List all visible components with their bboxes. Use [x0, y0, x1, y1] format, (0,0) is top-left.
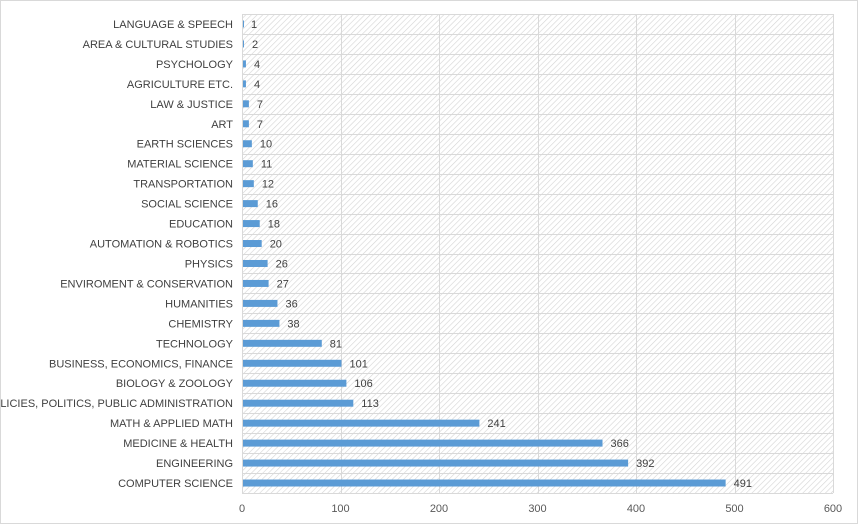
bar: [243, 100, 249, 108]
category-label: AREA & CULTURAL STUDIES: [83, 39, 233, 51]
data-label: 241: [487, 418, 505, 430]
tick-label: 200: [430, 503, 448, 515]
category-label: LANGUAGE & SPEECH: [113, 19, 233, 31]
data-label: 106: [354, 378, 372, 390]
category-label: CHEMISTRY: [168, 318, 233, 330]
category-label: COMPUTER SCIENCE: [118, 478, 233, 490]
category-label: MEDICINE & HEALTH: [123, 438, 233, 450]
data-label: 113: [361, 398, 379, 410]
tick-label: 500: [725, 503, 743, 515]
bar: [243, 240, 262, 248]
category-label: PHYSICS: [185, 258, 233, 270]
bar: [243, 259, 268, 267]
bar: [243, 200, 258, 208]
data-label: 16: [266, 199, 278, 211]
data-label: 4: [254, 79, 260, 91]
bar: [243, 359, 342, 367]
tick-label: 0: [239, 503, 245, 515]
category-label: ENGINEERING: [156, 458, 233, 470]
category-label: EDUCATION: [169, 219, 233, 231]
tick-label: 100: [331, 503, 349, 515]
data-label: 27: [277, 278, 289, 290]
category-label: AUTOMATION & ROBOTICS: [90, 239, 233, 251]
category-label: AGRICULTURE ETC.: [127, 79, 233, 91]
bar: [243, 40, 244, 48]
bar: [243, 479, 726, 487]
bar: [243, 60, 246, 68]
category-label: POLICIES, POLITICS, PUBLIC ADMINISTRATIO…: [0, 398, 233, 410]
data-label: 491: [734, 478, 752, 490]
bar: [243, 160, 253, 168]
bar: [243, 459, 629, 467]
category-label: LAW & JUSTICE: [150, 99, 233, 111]
data-label: 101: [349, 358, 367, 370]
bar: [243, 379, 347, 387]
category-axis: LANGUAGE & SPEECH AREA & CULTURAL STUDIES…: [0, 19, 234, 490]
category-label: ENVIROMENT & CONSERVATION: [60, 278, 233, 290]
category-label: MATERIAL SCIENCE: [127, 159, 233, 171]
category-label: BIOLOGY & ZOOLOGY: [116, 378, 234, 390]
data-label: 2: [252, 39, 258, 51]
category-label: HUMANITIES: [165, 298, 233, 310]
data-label: 81: [330, 338, 342, 350]
bar: [243, 80, 246, 88]
category-label: SOCIAL SCIENCE: [141, 199, 233, 211]
bar: [243, 299, 278, 307]
bar: [243, 339, 322, 347]
bar: [243, 20, 244, 28]
category-label: EARTH SCIENCES: [137, 139, 233, 151]
data-label: 7: [257, 99, 263, 111]
tick-label: 600: [824, 503, 842, 515]
category-label: TRANSPORTATION: [133, 179, 233, 191]
data-label: 18: [268, 219, 280, 231]
data-label: 10: [260, 139, 272, 151]
data-label: 4: [254, 59, 260, 71]
bar: [243, 319, 280, 327]
data-label: 20: [270, 239, 282, 251]
bar: [243, 220, 260, 228]
category-label: ART: [211, 119, 233, 131]
data-label: 392: [636, 458, 654, 470]
data-label: 11: [261, 159, 272, 171]
bar-chart: 1244771011121618202627363881101106113241…: [0, 14, 842, 515]
data-label: 12: [262, 179, 274, 191]
bar: [243, 279, 269, 287]
bar: [243, 120, 249, 128]
category-label: PSYCHOLOGY: [156, 59, 234, 71]
data-label: 366: [611, 438, 629, 450]
bar: [243, 140, 252, 148]
bar: [243, 399, 354, 407]
category-label: TECHNOLOGY: [156, 338, 234, 350]
category-label: MATH & APPLIED MATH: [110, 418, 233, 430]
data-label: 36: [285, 298, 297, 310]
bar: [243, 419, 480, 427]
value-axis: 0 100 200 300 400 500 600: [239, 503, 842, 515]
tick-label: 400: [627, 503, 645, 515]
bar: [243, 439, 603, 447]
category-label: BUSINESS, ECONOMICS, FINANCE: [49, 358, 233, 370]
data-label: 7: [257, 119, 263, 131]
data-label: 38: [287, 318, 299, 330]
tick-label: 300: [528, 503, 546, 515]
bar: [243, 180, 254, 188]
data-label: 26: [276, 258, 288, 270]
data-label: 1: [251, 19, 257, 31]
